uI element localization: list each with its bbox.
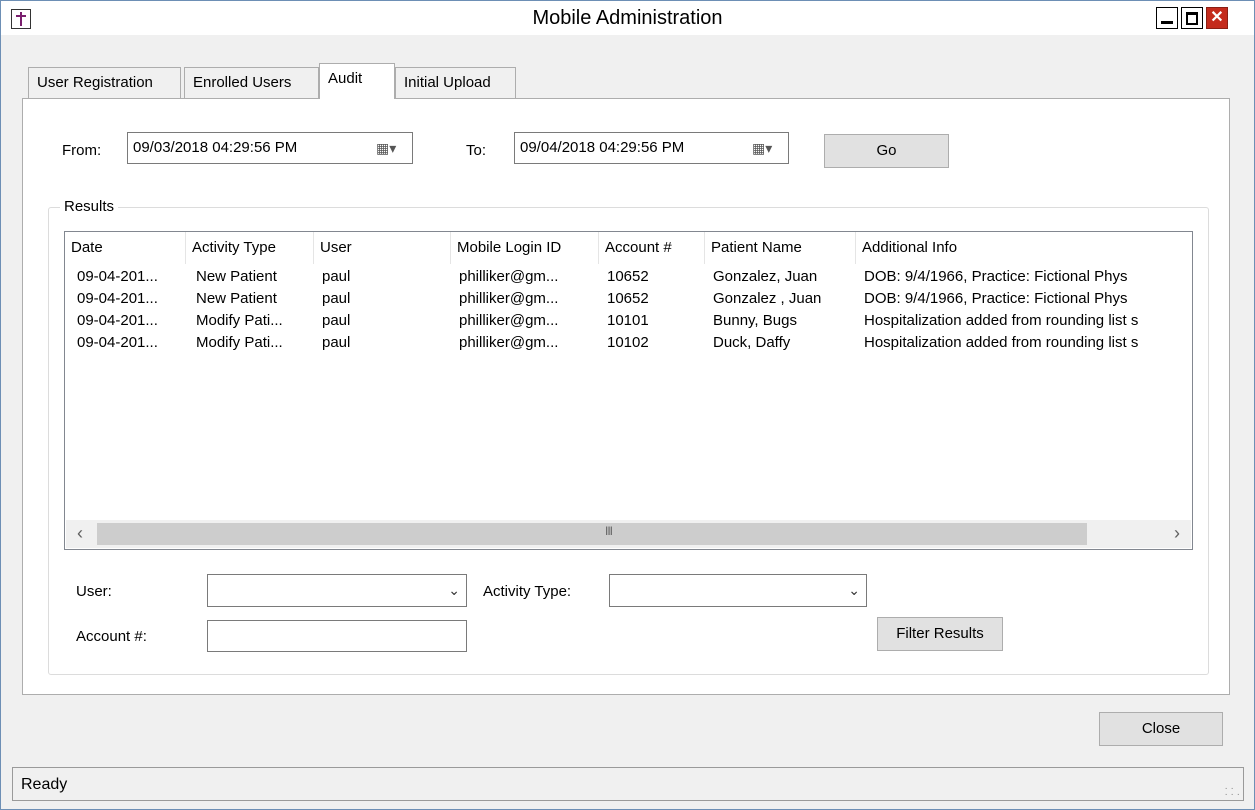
cell-user: paul xyxy=(322,334,351,351)
cell-date: 09-04-201... xyxy=(77,312,158,329)
cell-account-number: 10102 xyxy=(607,334,649,351)
filter-results-button[interactable]: Filter Results xyxy=(877,617,1003,651)
chevron-down-icon[interactable]: ⌄ xyxy=(448,582,460,599)
cell-activity-type: Modify Pati... xyxy=(196,312,283,329)
close-button[interactable]: Close xyxy=(1099,712,1223,746)
go-button[interactable]: Go xyxy=(824,134,949,168)
cell-account-number: 10652 xyxy=(607,290,649,307)
horizontal-scrollbar[interactable]: ‹ III › xyxy=(66,520,1191,548)
cell-additional-info: DOB: 9/4/1966, Practice: Fictional Phys xyxy=(864,268,1128,285)
tab-audit[interactable]: Audit xyxy=(319,63,395,99)
cell-user: paul xyxy=(322,268,351,285)
cell-patient-name: Gonzalez , Juan xyxy=(713,290,822,307)
cell-user: paul xyxy=(322,290,351,307)
cell-mobile-login-id: philliker@gm... xyxy=(459,268,559,285)
from-label: From: xyxy=(62,142,102,159)
maximize-icon xyxy=(1186,12,1198,25)
column-header-additional-info[interactable]: Additional Info xyxy=(856,232,1192,264)
status-text: Ready xyxy=(21,776,68,793)
cell-mobile-login-id: philliker@gm... xyxy=(459,312,559,329)
column-header-activity-type[interactable]: Activity Type xyxy=(186,232,314,264)
user-filter-combo[interactable]: ⌄ xyxy=(207,574,467,607)
cell-mobile-login-id: philliker@gm... xyxy=(459,334,559,351)
tab-user-registration[interactable]: User Registration xyxy=(28,67,181,98)
to-date-picker[interactable]: 09/04/2018 04:29:56 PM ▦▾ xyxy=(514,132,789,164)
user-filter-label: User: xyxy=(76,583,112,600)
from-date-value: 09/03/2018 04:29:56 PM xyxy=(133,139,298,156)
to-label: To: xyxy=(466,142,487,159)
column-header-account-number[interactable]: Account # xyxy=(599,232,705,264)
results-group-title: Results xyxy=(60,198,119,215)
tab-initial-upload[interactable]: Initial Upload xyxy=(395,67,516,98)
cell-additional-info: DOB: 9/4/1966, Practice: Fictional Phys xyxy=(864,290,1128,307)
window-title: Mobile Administration xyxy=(532,7,723,29)
from-date-picker[interactable]: 09/03/2018 04:29:56 PM ▦▾ xyxy=(127,132,413,164)
chevron-down-icon[interactable]: ⌄ xyxy=(848,582,860,599)
to-date-value: 09/04/2018 04:29:56 PM xyxy=(520,139,685,156)
cell-activity-type: New Patient xyxy=(196,290,277,307)
cell-user: paul xyxy=(322,312,351,329)
title-bar[interactable]: Mobile Administration ✕ xyxy=(1,1,1254,35)
cell-additional-info: Hospitalization added from rounding list… xyxy=(864,312,1139,329)
cell-patient-name: Bunny, Bugs xyxy=(713,312,797,329)
column-header-mobile-login-id[interactable]: Mobile Login ID xyxy=(451,232,599,264)
cell-date: 09-04-201... xyxy=(77,290,158,307)
scrollbar-thumb[interactable]: III xyxy=(97,523,1087,545)
account-filter-input[interactable] xyxy=(207,620,467,652)
audit-results-list[interactable]: Date Activity Type User Mobile Login ID … xyxy=(64,231,1193,550)
close-window-button[interactable]: ✕ xyxy=(1206,7,1228,29)
cell-account-number: 10101 xyxy=(607,312,649,329)
cell-additional-info: Hospitalization added from rounding list… xyxy=(864,334,1139,351)
cell-patient-name: Duck, Daffy xyxy=(713,334,791,351)
cell-date: 09-04-201... xyxy=(77,268,158,285)
resize-grip-icon[interactable]: · · · · · xyxy=(1224,784,1240,800)
column-header-patient-name[interactable]: Patient Name xyxy=(705,232,856,264)
scroll-right-icon[interactable]: › xyxy=(1163,520,1191,548)
column-header-date[interactable]: Date xyxy=(65,232,186,264)
account-filter-label: Account #: xyxy=(76,628,147,645)
column-header-user[interactable]: User xyxy=(314,232,451,264)
status-bar: Ready · · · · · xyxy=(12,767,1244,801)
cell-mobile-login-id: philliker@gm... xyxy=(459,290,559,307)
tab-enrolled-users[interactable]: Enrolled Users xyxy=(184,67,319,98)
cell-activity-type: Modify Pati... xyxy=(196,334,283,351)
activity-type-filter-label: Activity Type: xyxy=(483,583,572,600)
cell-account-number: 10652 xyxy=(607,268,649,285)
cell-date: 09-04-201... xyxy=(77,334,158,351)
minimize-button[interactable] xyxy=(1156,7,1178,29)
cell-patient-name: Gonzalez, Juan xyxy=(713,268,818,285)
calendar-dropdown-icon[interactable]: ▦▾ xyxy=(376,140,402,156)
scrollbar-grip: III xyxy=(605,524,613,538)
minimize-icon xyxy=(1161,21,1173,24)
close-icon: ✕ xyxy=(1210,9,1224,26)
calendar-dropdown-icon[interactable]: ▦▾ xyxy=(752,140,778,156)
cell-activity-type: New Patient xyxy=(196,268,277,285)
scroll-left-icon[interactable]: ‹ xyxy=(66,520,94,548)
maximize-button[interactable] xyxy=(1181,7,1203,29)
activity-type-filter-combo[interactable]: ⌄ xyxy=(609,574,867,607)
